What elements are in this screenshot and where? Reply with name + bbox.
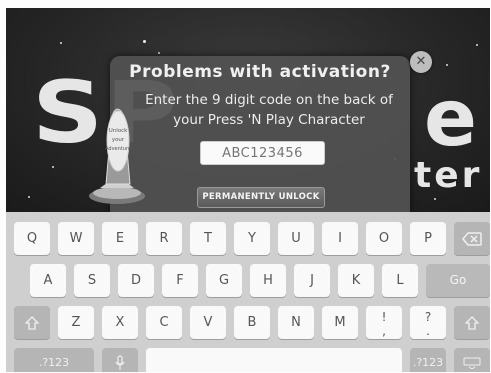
svg-text:Unlock: Unlock (109, 128, 128, 134)
activation-dialog: Problems with activation? Enter the 9 di… (110, 56, 410, 213)
activation-code-input[interactable] (200, 141, 325, 165)
svg-text:Adventure: Adventure (105, 146, 131, 152)
close-icon: ✕ (415, 54, 427, 69)
key-s[interactable]: S (74, 264, 110, 297)
key-b[interactable]: B (234, 306, 270, 339)
key-c[interactable]: C (146, 306, 182, 339)
key-v[interactable]: V (190, 306, 226, 339)
key-r[interactable]: R (146, 222, 182, 255)
shift-icon (465, 315, 479, 330)
go-key[interactable]: Go (426, 264, 490, 297)
logo-background-subtitle: ter (414, 155, 483, 196)
app-screen: S P e ter Problems with activation? Enter… (6, 8, 490, 372)
hide-keyboard-key[interactable] (454, 348, 490, 372)
key-y[interactable]: Y (234, 222, 270, 255)
dictation-key[interactable] (102, 348, 138, 372)
space-bar[interactable] (146, 348, 402, 372)
key-p[interactable]: P (410, 222, 446, 255)
comma-label: , (382, 324, 386, 338)
period-label: . (426, 324, 430, 338)
key-a[interactable]: A (30, 264, 66, 297)
star (52, 166, 54, 168)
key-e[interactable]: E (102, 222, 138, 255)
star (158, 52, 160, 54)
key-q[interactable]: Q (14, 222, 50, 255)
permanently-unlock-button[interactable]: PERMANENTLY UNLOCK (197, 187, 325, 208)
star (476, 44, 478, 46)
microphone-icon (115, 355, 125, 370)
hide-keyboard-icon (463, 357, 481, 369)
numbers-key-left[interactable]: .?123 (14, 348, 94, 372)
close-button[interactable]: ✕ (410, 51, 432, 73)
star (28, 196, 30, 198)
star (434, 198, 436, 200)
backspace-key[interactable] (454, 222, 490, 255)
dialog-message: Enter the 9 digit code on the back of yo… (145, 92, 393, 128)
key-l[interactable]: L (382, 264, 418, 297)
logo-background-right: e (424, 74, 479, 164)
numbers-key-right[interactable]: .?123 (410, 348, 446, 372)
shift-key-left[interactable] (14, 306, 50, 339)
key-g[interactable]: G (206, 264, 242, 297)
key-i[interactable]: I (322, 222, 358, 255)
key-n[interactable]: N (278, 306, 314, 339)
press-n-play-character: Unlock your Adventure (86, 96, 148, 206)
question-label: ? (424, 310, 432, 324)
star (446, 64, 448, 66)
backspace-icon (462, 231, 482, 246)
key-u[interactable]: U (278, 222, 314, 255)
key-z[interactable]: Z (58, 306, 94, 339)
key-k[interactable]: K (338, 264, 374, 297)
onscreen-keyboard: Q W E R T Y U I O P A S D F G H J K L Go (6, 212, 490, 372)
key-x[interactable]: X (102, 306, 138, 339)
key-w[interactable]: W (58, 222, 94, 255)
key-h[interactable]: H (250, 264, 286, 297)
star (60, 42, 62, 44)
svg-text:your: your (112, 137, 125, 143)
key-o[interactable]: O (366, 222, 402, 255)
dialog-title: Problems with activation? (129, 62, 391, 82)
question-period-key[interactable]: ? . (410, 306, 446, 339)
key-j[interactable]: J (294, 264, 330, 297)
key-f[interactable]: F (162, 264, 198, 297)
shift-icon (25, 315, 39, 330)
exclamation-label: ! (381, 310, 387, 324)
star (143, 40, 146, 43)
exclamation-comma-key[interactable]: ! , (366, 306, 402, 339)
shift-key-right[interactable] (454, 306, 490, 339)
key-d[interactable]: D (118, 264, 154, 297)
key-m[interactable]: M (322, 306, 358, 339)
key-t[interactable]: T (190, 222, 226, 255)
